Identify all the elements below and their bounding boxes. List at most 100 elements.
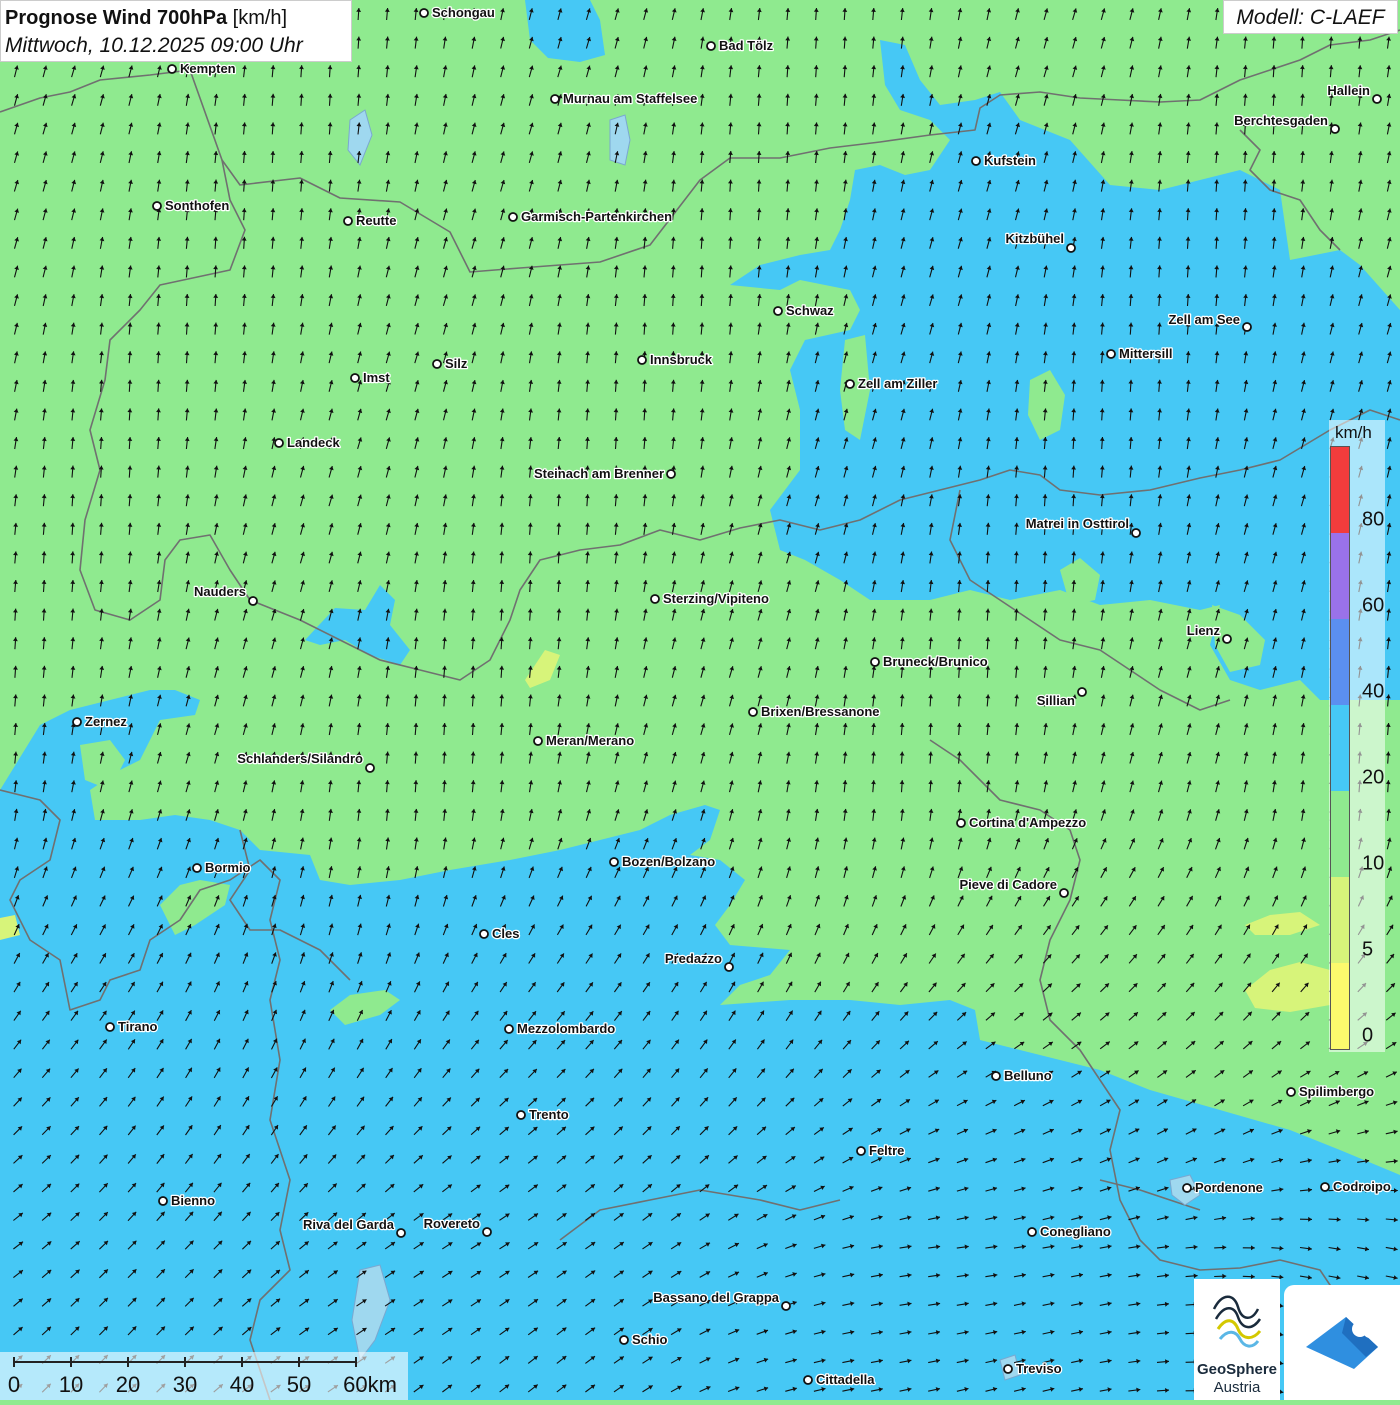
city-marker[interactable] xyxy=(1107,350,1115,358)
city-label: Bienno xyxy=(171,1193,215,1208)
city-marker[interactable] xyxy=(106,1023,114,1031)
city-marker[interactable] xyxy=(1287,1088,1295,1096)
city-marker[interactable] xyxy=(1331,125,1339,133)
scale-tick xyxy=(355,1357,357,1367)
city-marker[interactable] xyxy=(159,1197,167,1205)
legend-bin xyxy=(1331,705,1349,791)
city-label: Pieve di Cadore xyxy=(959,877,1057,892)
city-label: Feltre xyxy=(869,1143,904,1158)
city-marker[interactable] xyxy=(433,360,441,368)
legend-bin xyxy=(1331,963,1349,1049)
city-label: Trento xyxy=(529,1107,569,1122)
city-marker[interactable] xyxy=(505,1025,513,1033)
forecast-datetime: Mittwoch, 10.12.2025 09:00 Uhr xyxy=(5,32,347,60)
city-marker[interactable] xyxy=(957,819,965,827)
city-marker[interactable] xyxy=(534,737,542,745)
city-marker[interactable] xyxy=(972,157,980,165)
city-label: Spilimbergo xyxy=(1299,1084,1374,1099)
legend-tick-label: 60 xyxy=(1362,595,1384,618)
city-marker[interactable] xyxy=(651,595,659,603)
city-marker[interactable] xyxy=(620,1336,628,1344)
city-label: Garmisch-Partenkirchen xyxy=(521,209,672,224)
city-marker[interactable] xyxy=(1028,1228,1036,1236)
legend-tick-label: 20 xyxy=(1362,767,1384,790)
city-marker[interactable] xyxy=(1321,1183,1329,1191)
city-label: Berchtesgaden xyxy=(1234,113,1328,128)
weather-app-logo[interactable] xyxy=(1284,1285,1400,1400)
wind-forecast-map: SchongauBad TölzKemptenMurnau am Staffel… xyxy=(0,0,1400,1400)
city-marker[interactable] xyxy=(1243,323,1251,331)
city-label: Imst xyxy=(363,370,390,385)
city-marker[interactable] xyxy=(667,470,675,478)
city-marker[interactable] xyxy=(1223,635,1231,643)
city-marker[interactable] xyxy=(344,217,352,225)
city-marker[interactable] xyxy=(1078,688,1086,696)
city-marker[interactable] xyxy=(846,380,854,388)
city-label: Sillian xyxy=(1037,693,1075,708)
city-label: Innsbruck xyxy=(650,352,713,367)
city-marker[interactable] xyxy=(992,1072,1000,1080)
city-marker[interactable] xyxy=(1067,244,1075,252)
city-marker[interactable] xyxy=(551,95,559,103)
legend-tick-label: 40 xyxy=(1362,681,1384,704)
city-marker[interactable] xyxy=(725,963,733,971)
city-marker[interactable] xyxy=(275,439,283,447)
city-marker[interactable] xyxy=(73,718,81,726)
city-marker[interactable] xyxy=(871,658,879,666)
city-marker[interactable] xyxy=(782,1302,790,1310)
scale-label: 50 xyxy=(287,1372,311,1398)
scale-tick xyxy=(70,1357,72,1367)
city-marker[interactable] xyxy=(1373,95,1381,103)
city-marker[interactable] xyxy=(168,65,176,73)
scale-tick xyxy=(184,1357,186,1367)
city-marker[interactable] xyxy=(517,1111,525,1119)
city-label: Pordenone xyxy=(1195,1180,1263,1195)
city-marker[interactable] xyxy=(366,764,374,772)
city-marker[interactable] xyxy=(638,356,646,364)
city-label: Silz xyxy=(445,356,468,371)
city-label: Bozen/Bolzano xyxy=(622,854,715,869)
city-marker[interactable] xyxy=(351,374,359,382)
city-marker[interactable] xyxy=(749,708,757,716)
city-marker[interactable] xyxy=(774,307,782,315)
city-label: Cortina d'Ampezzo xyxy=(969,815,1086,830)
city-label: Murnau am Staffelsee xyxy=(563,91,697,106)
city-label: Sterzing/Vipiteno xyxy=(663,591,769,606)
city-marker[interactable] xyxy=(610,858,618,866)
city-label: Reutte xyxy=(356,213,396,228)
city-marker[interactable] xyxy=(153,202,161,210)
city-label: Schongau xyxy=(432,5,495,20)
city-marker[interactable] xyxy=(1004,1365,1012,1373)
city-label: Nauders xyxy=(194,584,246,599)
scale-tick xyxy=(127,1357,129,1367)
city-label: Zell am Ziller xyxy=(858,376,937,391)
city-marker[interactable] xyxy=(483,1228,491,1236)
city-label: Matrei in Osttirol xyxy=(1026,516,1129,531)
geosphere-logo[interactable]: GeoSphere Austria xyxy=(1194,1279,1280,1400)
city-marker[interactable] xyxy=(420,9,428,17)
city-marker[interactable] xyxy=(193,864,201,872)
legend-color-bar xyxy=(1330,446,1350,1050)
legend-bin xyxy=(1331,791,1349,877)
city-marker[interactable] xyxy=(480,930,488,938)
city-marker[interactable] xyxy=(1060,889,1068,897)
city-marker[interactable] xyxy=(1183,1184,1191,1192)
distance-scalebar: 0102030405060km xyxy=(0,1352,408,1400)
scale-tick xyxy=(13,1357,15,1367)
city-marker[interactable] xyxy=(707,42,715,50)
city-label: Treviso xyxy=(1016,1361,1062,1376)
city-marker[interactable] xyxy=(857,1147,865,1155)
geosphere-name: GeoSphere xyxy=(1194,1361,1280,1378)
city-marker[interactable] xyxy=(804,1376,812,1384)
legend-unit: km/h xyxy=(1335,423,1372,443)
city-label: Kufstein xyxy=(984,153,1036,168)
color-legend: km/h 051020406080 xyxy=(1329,420,1385,1052)
city-label: Landeck xyxy=(287,435,341,450)
city-marker[interactable] xyxy=(1132,529,1140,537)
city-marker[interactable] xyxy=(249,597,257,605)
scale-label: 40 xyxy=(230,1372,254,1398)
city-marker[interactable] xyxy=(397,1229,405,1237)
city-label: Sonthofen xyxy=(165,198,229,213)
city-marker[interactable] xyxy=(509,213,517,221)
scale-label: 30 xyxy=(173,1372,197,1398)
